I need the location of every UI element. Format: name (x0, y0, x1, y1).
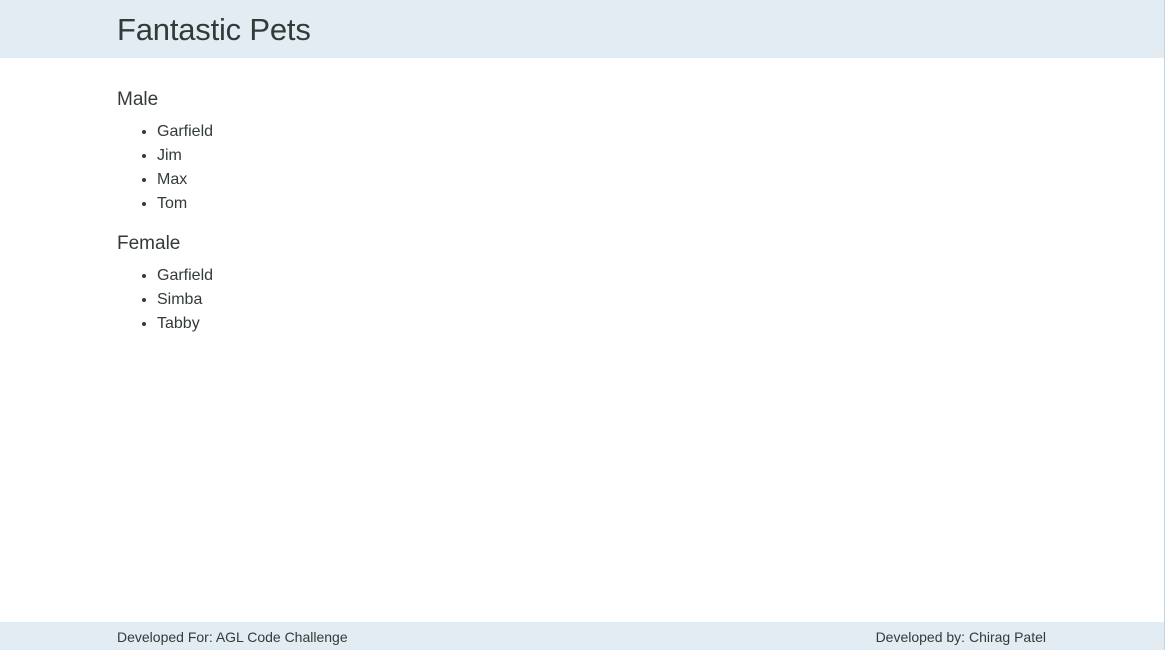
main-content: Male Garfield Jim Max Tom Female Garfiel… (117, 88, 1017, 336)
female-pet-list: Garfield Simba Tabby (117, 264, 1017, 336)
page-title: Fantastic Pets (117, 12, 311, 47)
male-pet-list: Garfield Jim Max Tom (117, 120, 1017, 216)
list-item: Garfield (157, 264, 1017, 288)
list-item: Jim (157, 144, 1017, 168)
list-item: Tabby (157, 312, 1017, 336)
page-footer: Developed For: AGL Code Challenge Develo… (0, 622, 1165, 650)
female-group: Female Garfield Simba Tabby (117, 232, 1017, 336)
footer-developed-by: Developed by: Chirag Patel (875, 629, 1046, 645)
list-item: Max (157, 168, 1017, 192)
male-group: Male Garfield Jim Max Tom (117, 88, 1017, 216)
list-item: Simba (157, 288, 1017, 312)
page-header: Fantastic Pets (0, 0, 1165, 58)
list-item: Tom (157, 192, 1017, 216)
footer-developed-for: Developed For: AGL Code Challenge (117, 629, 348, 645)
list-item: Garfield (157, 120, 1017, 144)
group-heading-female: Female (117, 233, 181, 254)
group-heading-male: Male (117, 89, 159, 110)
